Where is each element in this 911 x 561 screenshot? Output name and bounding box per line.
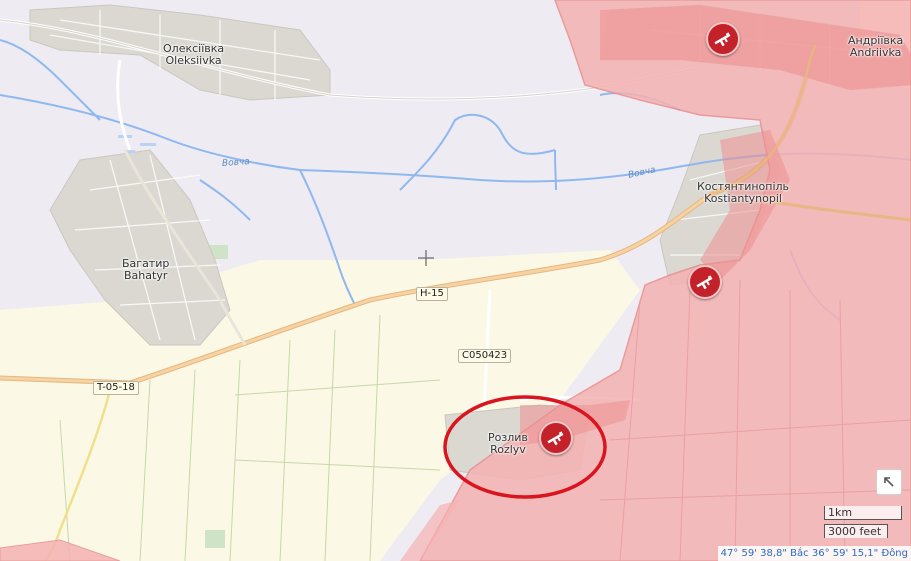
road-shield-t0518: T-05-18 <box>93 381 139 395</box>
rifle-icon <box>696 275 713 290</box>
settlement-name-latin: Andriivka <box>849 46 902 59</box>
expand-button[interactable] <box>876 469 902 495</box>
settlement-name-latin: Oleksiivka <box>165 54 222 67</box>
settlement-label-bahatyr: Багатир Bahatyr <box>122 258 169 282</box>
rifle-icon <box>714 32 731 47</box>
green-patch <box>205 530 225 548</box>
combat-marker-rozlyv[interactable] <box>539 421 573 455</box>
settlement-label-oleksiivka: Олексіївка Oleksiivka <box>163 43 224 67</box>
scale-bar-km: 1km <box>824 506 902 520</box>
combat-marker-kostiantynopil[interactable] <box>688 265 722 299</box>
road-shield-h15: H-15 <box>416 287 448 301</box>
settlement-name-latin: Bahatyr <box>124 269 168 282</box>
settlement-label-rozlyv: Розлив Rozlyv <box>488 432 528 456</box>
expand-arrow-icon <box>884 477 894 487</box>
road-shield-c050423: C050423 <box>458 349 512 363</box>
crosshair-icon <box>418 250 434 266</box>
rifle-icon <box>547 431 564 446</box>
settlement-label-kostiantynopil: Костянтинопіль Kostiantynopil <box>697 181 789 205</box>
scale-bar-feet: 3000 feet <box>824 524 888 538</box>
map-view[interactable]: Олексіївка Oleksiivka Андріївка Andriivk… <box>0 0 911 561</box>
settlement-name-latin: Kostiantynopil <box>704 192 782 205</box>
settlement-label-andriivka: Андріївка Andriivka <box>848 35 903 59</box>
coordinates-readout: 47° 59' 38,8" Bắc 36° 59' 15,1" Đông <box>717 546 911 561</box>
river-label-vovcha: Вовча <box>221 157 251 169</box>
settlement-name-latin: Rozlyv <box>490 443 526 456</box>
combat-marker-andriivka[interactable] <box>706 22 740 56</box>
